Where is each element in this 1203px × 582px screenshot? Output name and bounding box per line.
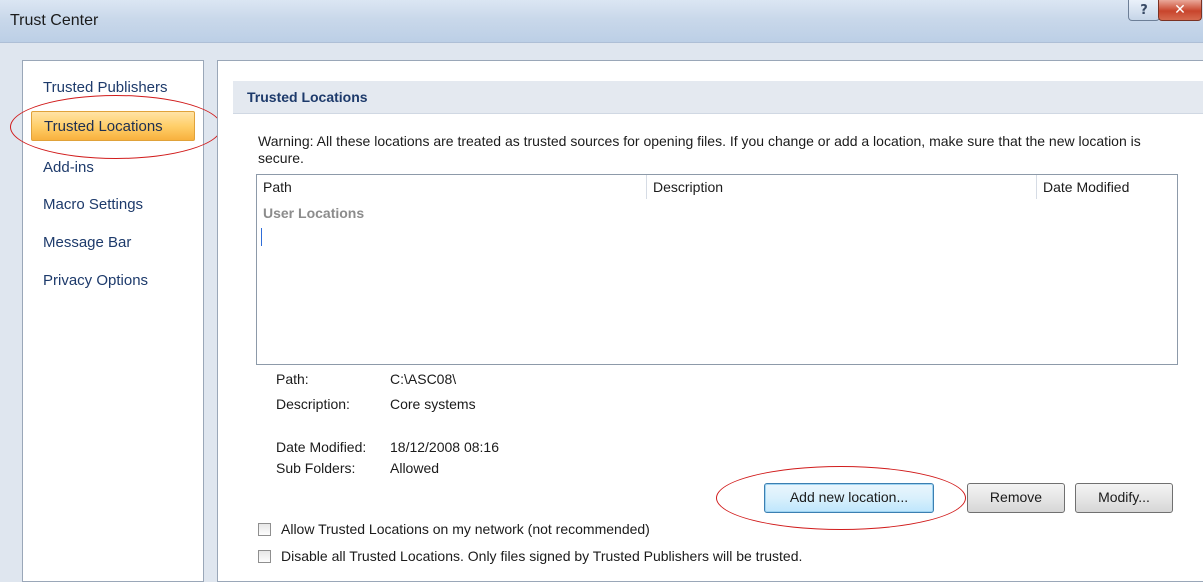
detail-path-value: C:\ASC08\: [390, 371, 457, 387]
detail-description-label: Description:: [276, 396, 350, 412]
help-button[interactable]: ?: [1128, 0, 1160, 21]
nav-item-message-bar[interactable]: Message Bar: [23, 228, 203, 258]
group-user-locations: User Locations: [263, 205, 365, 221]
allow-network-label: Allow Trusted Locations on my network (n…: [281, 521, 650, 537]
help-icon: ?: [1140, 2, 1148, 18]
remove-button[interactable]: Remove: [967, 483, 1065, 513]
detail-subfolders-value: Allowed: [390, 460, 440, 476]
allow-network-option[interactable]: Allow Trusted Locations on my network (n…: [258, 519, 650, 539]
section-header: Trusted Locations: [233, 81, 1203, 114]
detail-description-value: Core systems: [390, 396, 476, 412]
detail-path-label: Path:: [276, 371, 309, 387]
column-header-description[interactable]: Description: [647, 175, 1037, 199]
disable-all-option[interactable]: Disable all Trusted Locations. Only file…: [258, 546, 802, 566]
title-bar: Trust Center ? ✕: [0, 0, 1203, 43]
detail-date-label: Date Modified:: [276, 439, 367, 455]
detail-subfolders-label: Sub Folders:: [276, 460, 356, 476]
column-header-date-modified[interactable]: Date Modified: [1037, 175, 1175, 199]
close-icon: ✕: [1174, 2, 1186, 18]
nav-item-trusted-publishers[interactable]: Trusted Publishers: [23, 73, 203, 103]
nav-item-macro-settings[interactable]: Macro Settings: [23, 190, 203, 220]
nav-item-trusted-locations[interactable]: Trusted Locations: [31, 111, 195, 141]
modify-button[interactable]: Modify...: [1075, 483, 1173, 513]
allow-network-checkbox[interactable]: [258, 522, 271, 536]
nav-item-add-ins[interactable]: Add-ins: [23, 153, 203, 183]
category-nav: Trusted Publishers Trusted Locations Add…: [22, 60, 204, 582]
focus-caret: [261, 228, 262, 246]
close-button[interactable]: ✕: [1158, 0, 1202, 21]
disable-all-label: Disable all Trusted Locations. Only file…: [281, 548, 803, 564]
nav-item-privacy-options[interactable]: Privacy Options: [23, 266, 203, 296]
warning-text: Warning: All these locations are treated…: [258, 133, 1141, 166]
add-new-location-button[interactable]: Add new location...: [764, 483, 934, 513]
section-title: Trusted Locations: [247, 89, 368, 105]
window-title: Trust Center: [10, 12, 99, 29]
column-header-path[interactable]: Path: [257, 175, 647, 199]
detail-date-value: 18/12/2008 08:16: [390, 439, 499, 455]
locations-table[interactable]: Path Description Date Modified User Loca…: [256, 174, 1178, 365]
